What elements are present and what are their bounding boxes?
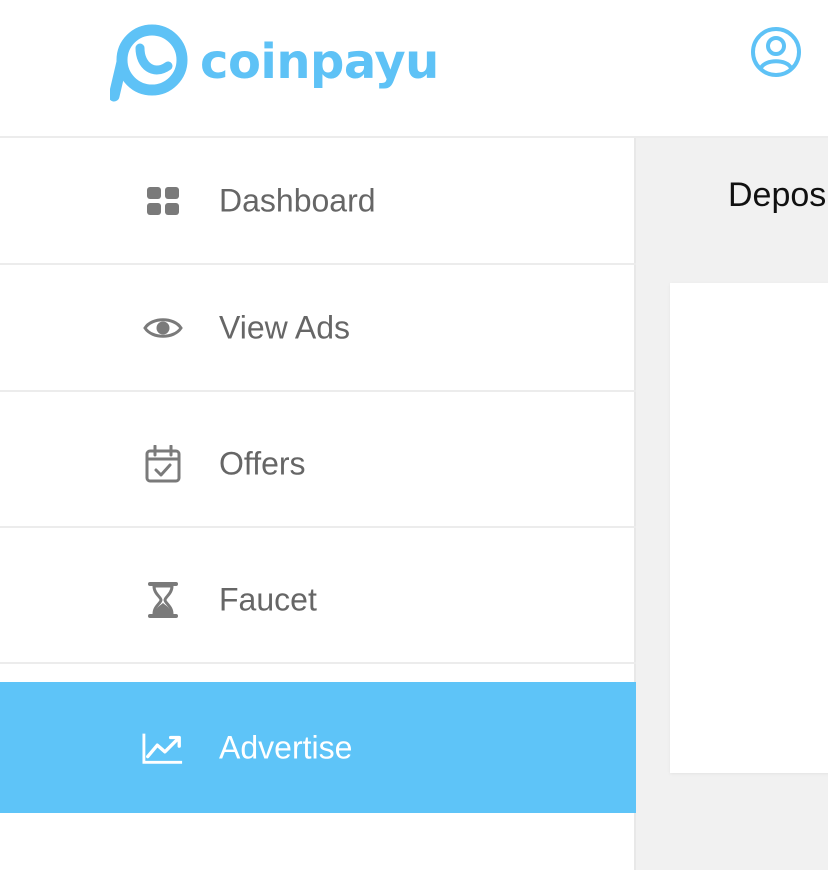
eye-icon xyxy=(142,307,184,349)
dashboard-grid-icon xyxy=(142,180,184,222)
sidebar-item-faucet[interactable]: Faucet xyxy=(0,537,636,664)
sidebar-item-view-ads[interactable]: View Ads xyxy=(0,265,636,392)
hourglass-icon xyxy=(142,579,184,621)
coinpayu-logo-icon xyxy=(110,24,188,102)
sidebar-item-label: Advertise xyxy=(219,729,353,765)
content-card xyxy=(670,283,828,773)
sidebar-item-advertise[interactable]: Advertise xyxy=(0,682,636,813)
brand-logo[interactable]: coinpayu xyxy=(110,22,440,104)
sidebar-item-label: Faucet xyxy=(219,581,317,617)
sidebar-item-label: View Ads xyxy=(219,309,351,345)
user-account-button[interactable] xyxy=(748,24,804,80)
main-content: Deposit xyxy=(636,138,828,870)
sidebar-item-offers[interactable]: Offers xyxy=(0,401,636,528)
calendar-check-icon xyxy=(142,443,184,485)
sidebar-item-label: Offers xyxy=(219,445,306,481)
brand-name: coinpayu xyxy=(200,34,439,90)
sidebar-item-label: Dashboard xyxy=(219,182,376,218)
sidebar-item-dashboard[interactable]: Dashboard xyxy=(0,138,636,265)
sidebar-nav: Dashboard View Ads Offers Faucet Adverti… xyxy=(0,138,636,870)
page-title: Deposit xyxy=(728,176,828,214)
user-circle-icon xyxy=(751,27,801,77)
page: coinpayu Dashboard View Ads Offers Fauce… xyxy=(0,0,828,870)
top-header: coinpayu xyxy=(0,0,828,138)
trending-chart-icon xyxy=(142,727,184,769)
